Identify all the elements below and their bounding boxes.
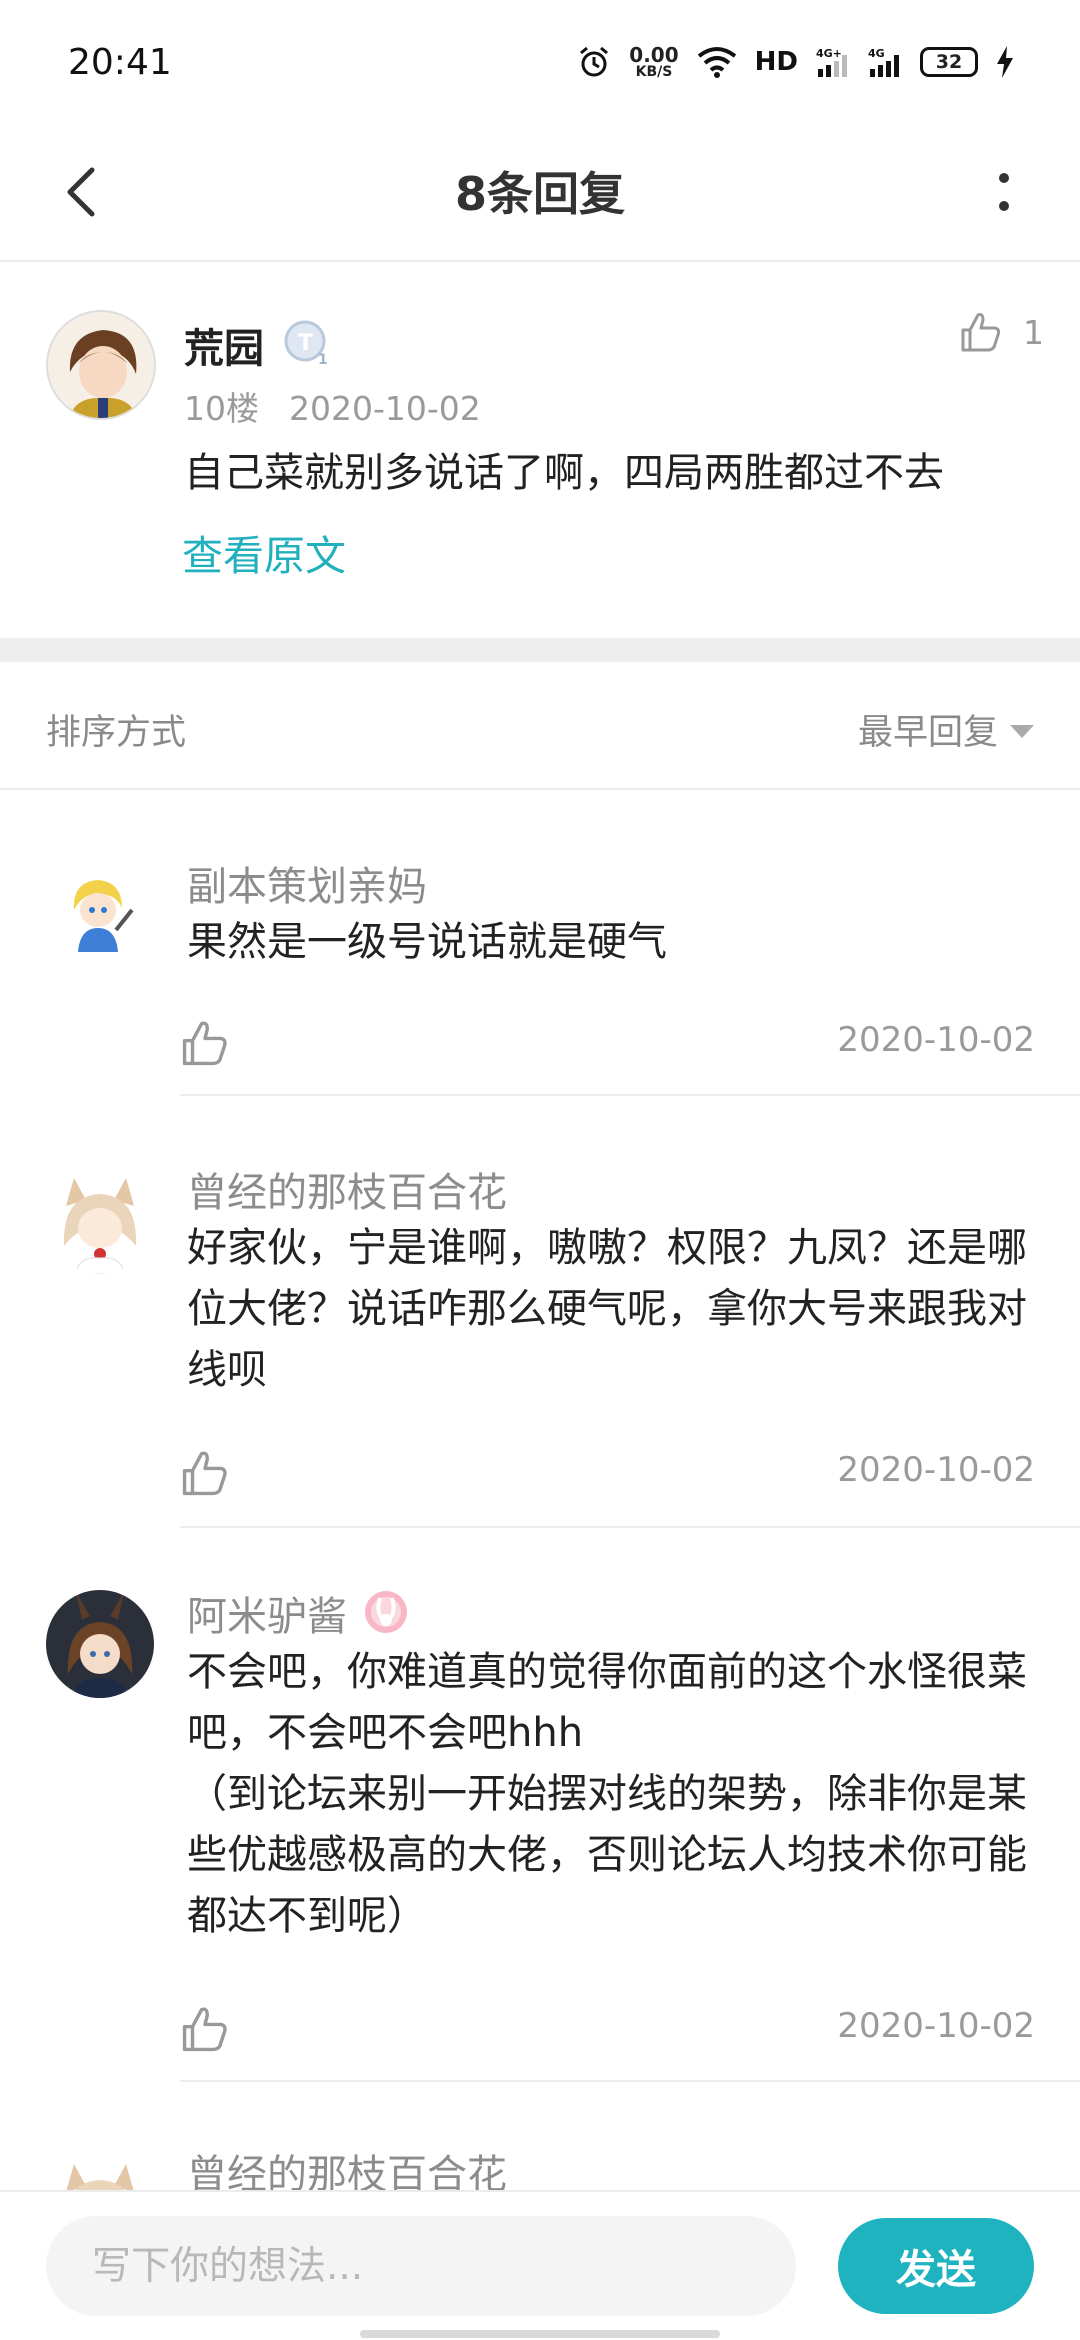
avatar-image xyxy=(46,2152,154,2190)
reply-item: 曾经的那枝百合花 好家伙，宁是谁啊，嗷嗷？权限？九凤？还是哪位大佬？说话咋那么硬… xyxy=(0,1096,1080,1528)
screen: 20:41 0.00 KB/S HD 4G+ 4G 32 8条回复 荒园 T 1… xyxy=(0,0,1080,2340)
post-content: 自己菜就别多说话了啊，四局两胜都过不去 xyxy=(184,450,944,496)
thumbs-up-icon[interactable] xyxy=(180,1018,230,1068)
wifi-icon xyxy=(697,47,736,78)
hd-indicator: HD xyxy=(754,47,798,77)
post-meta: 10楼 2020-10-02 xyxy=(184,382,481,430)
battery-indicator: 32 xyxy=(920,47,978,77)
reply-author[interactable]: 曾经的那枝百合花 xyxy=(187,1160,507,1218)
like-button[interactable]: 1 xyxy=(959,310,1044,354)
svg-text:4G: 4G xyxy=(868,47,885,60)
sort-dropdown[interactable]: 最早回复 xyxy=(858,704,1034,755)
avatar-image xyxy=(46,1166,154,1274)
avatar[interactable] xyxy=(46,310,156,420)
reply-text: 不会吧，你难道真的觉得你面前的这个水怪很菜吧，不会吧不会吧hhh （到论坛来别一… xyxy=(187,1649,1027,1939)
sort-current: 最早回复 xyxy=(857,713,998,753)
post-date: 2020-10-02 xyxy=(289,389,481,428)
sort-label: 排序方式 xyxy=(46,713,187,753)
signal-icon-sim2: 4G xyxy=(868,47,899,77)
reply-date: 2020-10-02 xyxy=(837,2006,1035,2046)
more-options-button[interactable] xyxy=(964,142,1044,242)
thumbs-up-icon[interactable] xyxy=(180,2004,230,2054)
section-separator xyxy=(0,638,1080,662)
net-speed: 0.00 KB/S xyxy=(629,43,679,80)
reply-item: 副本策划亲妈 果然是一级号说话就是硬气 2020-10-02 xyxy=(0,790,1080,1096)
avatar[interactable] xyxy=(46,860,154,968)
caret-down-icon xyxy=(1010,725,1034,738)
comment-bar: 发送 xyxy=(0,2190,1080,2340)
send-button[interactable]: 发送 xyxy=(838,2218,1034,2314)
avatar-image xyxy=(46,1590,154,1698)
reply-author[interactable]: 副本策划亲妈 xyxy=(187,854,427,912)
alarm-icon xyxy=(580,46,609,77)
author-name[interactable]: 荒园 xyxy=(184,316,264,374)
signal-icon-sim1: 4G+ xyxy=(816,47,847,77)
more-vertical-icon xyxy=(999,173,1009,211)
home-indicator[interactable] xyxy=(360,2330,720,2338)
reply-item: 曾经的那枝百合花 xyxy=(0,2082,1080,2190)
thumbs-up-icon[interactable] xyxy=(180,1448,230,1498)
sort-bar: 排序方式 最早回复 xyxy=(0,662,1080,790)
reply-date: 2020-10-02 xyxy=(837,1020,1035,1060)
status-icons: 0.00 KB/S HD 4G+ 4G 32 xyxy=(577,40,1014,84)
floor-number: 10楼 xyxy=(184,389,259,428)
comment-input[interactable] xyxy=(46,2216,796,2316)
charging-icon xyxy=(997,46,1013,78)
page-title: 8条回复 xyxy=(454,167,625,221)
title-badge-icon: T 1 xyxy=(284,320,328,368)
reply-text: 果然是一级号说话就是硬气 xyxy=(187,919,667,965)
reply-text: 好家伙，宁是谁啊，嗷嗷？权限？九凤？还是哪位大佬？说话咋那么硬气呢，拿你大号来跟… xyxy=(187,1225,1027,1393)
reply-item: 阿米驴酱 不会吧，你难道真的觉得你面前的这个水怪很菜吧，不会吧不会吧hhh （到… xyxy=(0,1528,1080,2082)
reply-author[interactable]: 阿米驴酱 xyxy=(187,1584,347,1642)
original-comment: 荒园 T 1 10楼 2020-10-02 自己菜就别多说话了啊，四局两胜都过不去… xyxy=(0,264,1080,638)
svg-text:1: 1 xyxy=(318,352,328,368)
status-bar: 20:41 0.00 KB/S HD 4G+ 4G 32 xyxy=(0,0,1080,120)
view-original-link[interactable]: 查看原文 xyxy=(182,522,346,582)
svg-text:T: T xyxy=(298,331,313,356)
svg-text:4G+: 4G+ xyxy=(816,47,842,60)
status-time: 20:41 xyxy=(68,42,172,83)
avatar-image xyxy=(48,312,154,418)
avatar[interactable] xyxy=(46,2152,154,2190)
reply-date: 2020-10-02 xyxy=(837,1450,1035,1490)
rabbit-badge-icon xyxy=(365,1591,407,1633)
top-app-bar: 8条回复 xyxy=(0,120,1080,262)
thumbs-up-icon xyxy=(961,313,1001,352)
avatar[interactable] xyxy=(46,1590,154,1698)
like-count: 1 xyxy=(1023,312,1044,352)
avatar[interactable] xyxy=(46,1166,154,1274)
avatar-image xyxy=(46,860,154,968)
reply-author[interactable]: 曾经的那枝百合花 xyxy=(187,2142,507,2190)
